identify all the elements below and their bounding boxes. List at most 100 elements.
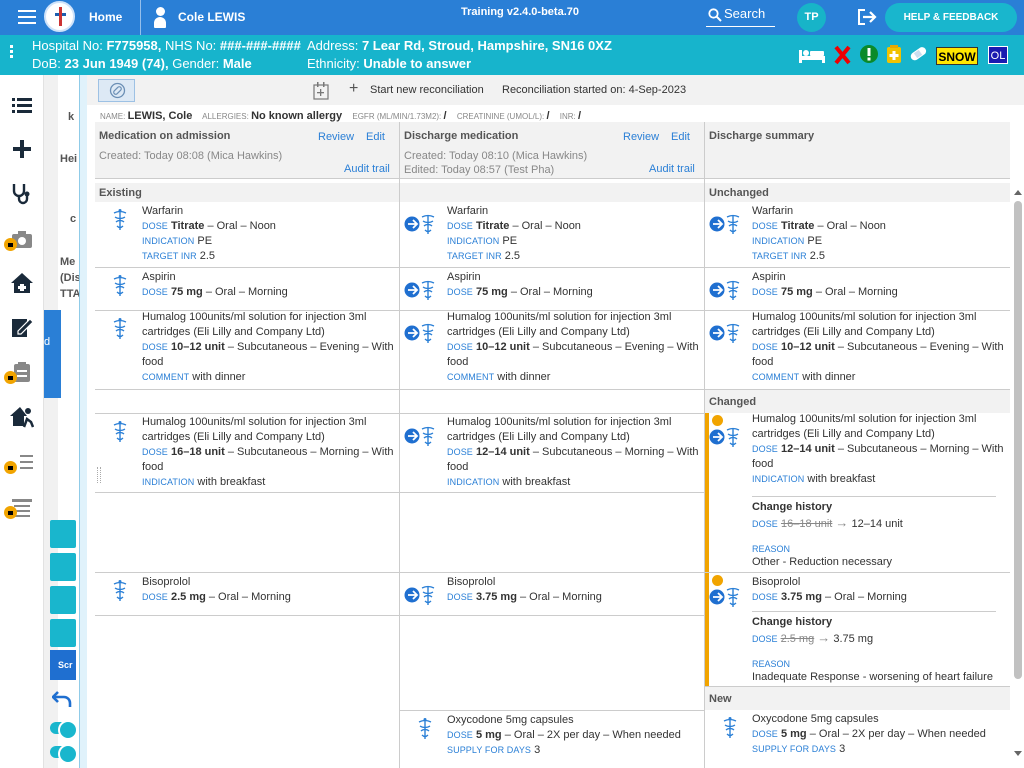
modal-edge [79,75,87,768]
admission-review-link[interactable]: Review [318,131,354,143]
new-dose: 12–14 unit [851,518,903,530]
med-row[interactable]: Aspirin DOSE 75 mg – Oral – Morning [400,268,704,311]
snow-badge[interactable]: SNOW [936,47,978,65]
bg-button[interactable] [50,553,76,581]
admission-title: Medication on admission [99,130,231,142]
menu-icon[interactable] [18,10,36,24]
med-row[interactable]: Humalog 100units/ml solution for injecti… [705,311,1010,390]
discharge-review-link[interactable]: Review [623,131,659,143]
ol-badge[interactable]: OL [988,46,1008,64]
user-avatar[interactable]: TP [797,3,826,32]
pin-icon[interactable] [10,45,17,59]
scroll-down-icon[interactable] [1014,749,1022,757]
change-history: Change history DOSE 2.5 mg → 3.75 mg REA… [752,611,996,686]
cross-alert-icon[interactable] [834,45,851,65]
edit-document-icon[interactable] [10,315,34,339]
med-row[interactable]: Oxycodone 5mg capsules DOSE 5 mg – Oral … [705,710,1010,768]
logout-icon[interactable] [857,8,877,29]
med-name: Bisoprolol [752,576,801,588]
warning-icon[interactable] [859,44,879,64]
toolbar: + Start new reconciliation Reconciliatio… [87,75,1024,105]
help-feedback-button[interactable]: HELP & FEEDBACK [885,3,1017,32]
continue-medication-icon [709,212,743,239]
bg-button[interactable] [50,586,76,614]
bed-icon[interactable] [798,46,826,64]
med-row[interactable]: Bisoprolol DOSE 3.75 mg – Oral – Morning [400,573,704,616]
start-new-reconciliation-button[interactable]: + Start new reconciliation [349,81,484,97]
dose-label: DOSE [447,447,473,457]
indication-label: INDICATION [447,477,500,487]
vertical-scrollbar[interactable] [1013,189,1023,768]
toggle-switch[interactable] [50,744,78,764]
discharge-edit-link[interactable]: Edit [671,131,690,143]
med-row[interactable]: Warfarin DOSE Titrate – Oral – Noon INDI… [400,202,704,268]
patient-icon [154,7,166,28]
search-button[interactable]: Search [706,5,775,27]
reason-value: Other - Reduction necessary [752,556,893,568]
dose-label: DOSE [752,444,778,454]
continue-medication-icon [404,424,438,451]
changed-med-row[interactable]: Bisoprolol DOSE 3.75 mg – Oral – Morning… [705,573,1010,687]
med-row[interactable]: Aspirin DOSE 75 mg – Oral – Morning [705,268,1010,311]
stethoscope-icon[interactable] [10,181,34,205]
dose-label: DOSE [752,221,778,231]
target-inr-label: TARGET INR [142,251,197,261]
start-new-reconciliation-label: Start new reconciliation [370,84,484,96]
drawer-tab[interactable]: d [44,310,61,398]
address: 7 Lear Rd, Stroud, Hampshire, SN16 0XZ [361,38,612,53]
med-row[interactable]: Humalog 100units/ml solution for injecti… [95,413,399,493]
bg-button[interactable] [50,619,76,647]
med-row[interactable]: Oxycodone 5mg capsules DOSE 5 mg – Oral … [400,710,704,768]
scrollbar-thumb[interactable] [1014,201,1022,679]
pill-toggle-button[interactable] [98,79,135,102]
med-name: Warfarin [752,205,794,217]
target-inr-value: 2.5 [809,250,826,262]
undo-icon[interactable] [52,689,72,709]
toggle-switch[interactable] [50,720,78,740]
discharge-audit-link[interactable]: Audit trail [649,163,695,175]
medication-alert-icon[interactable] [886,44,902,64]
bandage-icon[interactable] [908,45,928,63]
summary-column: Discharge summary Unchanged Warfarin DOS… [705,122,1010,768]
med-row[interactable]: Warfarin DOSE Titrate – Oral – Noon INDI… [95,202,399,268]
dose-route: – Oral – 2X per day – When needed [806,728,986,740]
dose-value: Titrate [780,220,815,232]
calendar-add-icon[interactable] [313,81,331,100]
dose-label: DOSE [447,221,473,231]
discharge-title: Discharge medication [404,130,519,142]
plus-icon[interactable] [10,137,34,161]
list-icon[interactable] [10,93,34,117]
app-logo [44,1,75,32]
home-care-icon[interactable] [10,271,34,295]
admission-created: Created: Today 08:08 (Mica Hawkins) [99,150,283,162]
changed-med-row[interactable]: Humalog 100units/ml solution for injecti… [705,413,1010,573]
med-row[interactable]: Warfarin DOSE Titrate – Oral – Noon INDI… [705,202,1010,268]
bg-text: Me [60,256,76,268]
med-row[interactable]: Humalog 100units/ml solution for injecti… [400,413,704,493]
med-row[interactable]: Humalog 100units/ml solution for injecti… [95,311,399,390]
patient-name[interactable]: Cole LEWIS [178,10,245,24]
med-name: Bisoprolol [447,576,496,588]
resize-handle[interactable] [97,467,101,483]
dose-value: 3.75 mg [475,591,517,603]
dose-route: – Oral – Noon [509,220,581,232]
admission-audit-link[interactable]: Audit trail [344,163,390,175]
continue-medication-icon [709,278,743,305]
bg-button[interactable] [50,520,76,548]
continue-medication-icon [709,585,743,612]
med-row[interactable]: Bisoprolol DOSE 2.5 mg – Oral – Morning [95,573,399,616]
scroll-up-icon[interactable] [1014,189,1022,197]
continue-medication-icon [709,425,743,452]
dose-value: 16–18 unit [170,446,225,458]
reason-value: Inadequate Response - worsening of heart… [752,671,993,683]
discharge-header: Discharge medication Review Edit Created… [400,122,704,179]
bg-button[interactable]: Scr [50,650,76,680]
nhs-no-label: NHS No: [165,38,217,53]
med-row[interactable]: Aspirin DOSE 75 mg – Oral – Morning [95,268,399,311]
med-row[interactable]: Humalog 100units/ml solution for injecti… [400,311,704,390]
lock-icon [4,238,17,251]
search-label: Search [724,6,766,21]
discharge-icon[interactable] [10,405,34,429]
home-link[interactable]: Home [89,10,122,24]
admission-edit-link[interactable]: Edit [366,131,385,143]
